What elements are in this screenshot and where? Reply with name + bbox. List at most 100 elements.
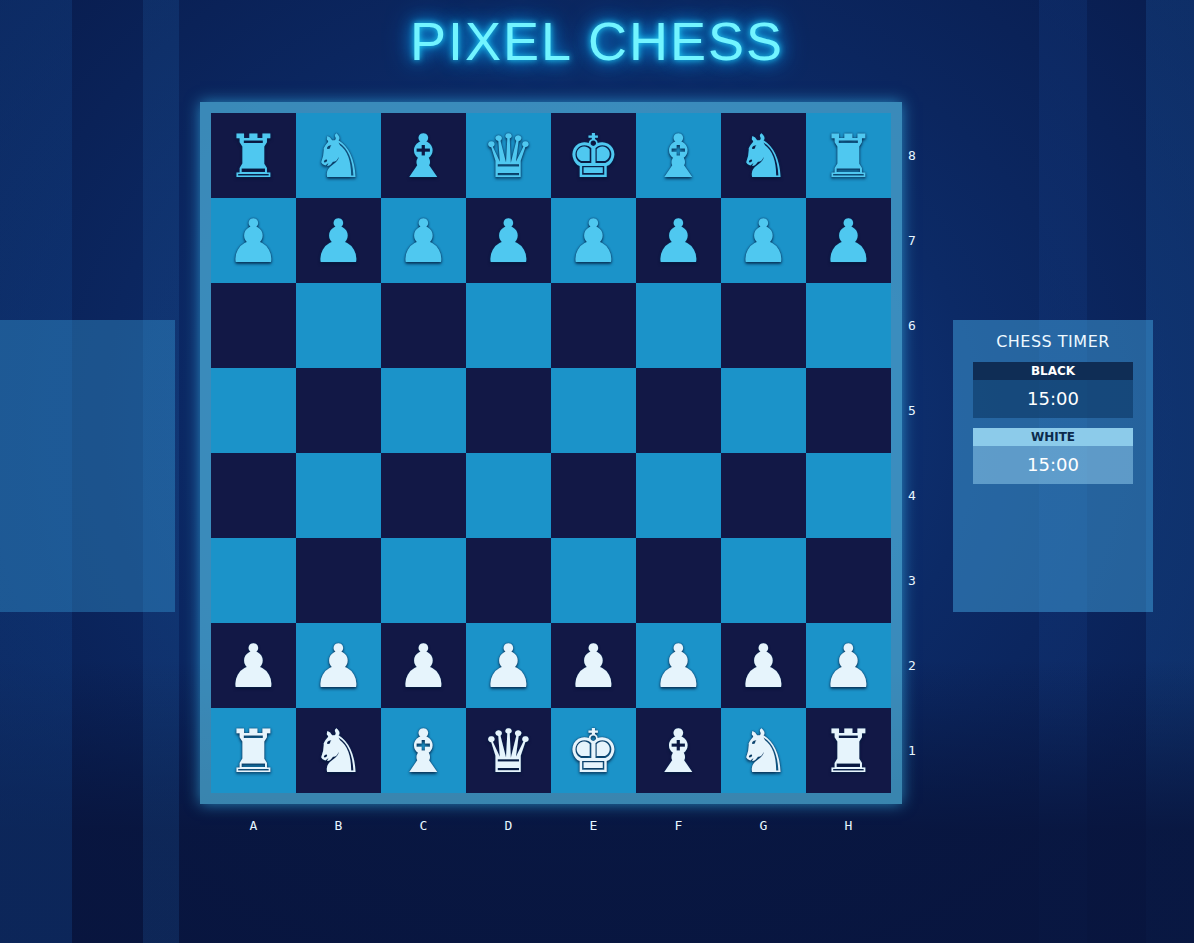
- board-square[interactable]: ♟: [551, 198, 636, 283]
- board-square[interactable]: [551, 453, 636, 538]
- board-square[interactable]: [466, 283, 551, 368]
- board-square[interactable]: ♟: [466, 623, 551, 708]
- board-square[interactable]: ♟: [211, 623, 296, 708]
- file-label: C: [381, 816, 466, 836]
- board-square[interactable]: [381, 283, 466, 368]
- chess-piece[interactable]: ♚: [567, 721, 621, 781]
- board-square[interactable]: [551, 283, 636, 368]
- board-square[interactable]: [636, 283, 721, 368]
- board-square[interactable]: ♛: [466, 708, 551, 793]
- board-square[interactable]: [806, 453, 891, 538]
- chess-piece[interactable]: ♝: [397, 126, 451, 186]
- board-square[interactable]: ♝: [381, 708, 466, 793]
- board-square[interactable]: [466, 453, 551, 538]
- chess-piece[interactable]: ♜: [227, 721, 281, 781]
- board-square[interactable]: ♟: [466, 198, 551, 283]
- chess-piece[interactable]: ♟: [737, 211, 791, 271]
- rank-label: 2: [902, 623, 953, 708]
- chess-piece[interactable]: ♜: [822, 126, 876, 186]
- chess-piece[interactable]: ♛: [482, 721, 536, 781]
- chess-piece[interactable]: ♟: [397, 211, 451, 271]
- board-square[interactable]: ♝: [636, 708, 721, 793]
- board-square[interactable]: ♟: [381, 198, 466, 283]
- board-square[interactable]: [806, 538, 891, 623]
- chess-piece[interactable]: ♞: [312, 126, 366, 186]
- board-square[interactable]: ♟: [381, 623, 466, 708]
- board-square[interactable]: ♟: [721, 198, 806, 283]
- chess-piece[interactable]: ♟: [652, 211, 706, 271]
- chess-piece[interactable]: ♝: [652, 126, 706, 186]
- chess-piece[interactable]: ♚: [567, 126, 621, 186]
- board-square[interactable]: [211, 453, 296, 538]
- board-square[interactable]: ♝: [381, 113, 466, 198]
- board-square[interactable]: ♞: [721, 708, 806, 793]
- board-square[interactable]: [296, 368, 381, 453]
- chess-piece[interactable]: ♜: [227, 126, 281, 186]
- chess-piece[interactable]: ♟: [227, 636, 281, 696]
- board-square[interactable]: [466, 368, 551, 453]
- board-square[interactable]: [721, 538, 806, 623]
- chess-piece[interactable]: ♝: [652, 721, 706, 781]
- board-square[interactable]: [296, 283, 381, 368]
- board-square[interactable]: ♜: [806, 708, 891, 793]
- chess-piece[interactable]: ♝: [397, 721, 451, 781]
- board-square[interactable]: [381, 368, 466, 453]
- board-square[interactable]: ♞: [296, 708, 381, 793]
- chess-piece[interactable]: ♟: [482, 211, 536, 271]
- board-square[interactable]: ♟: [806, 623, 891, 708]
- board-square[interactable]: ♟: [721, 623, 806, 708]
- board-square[interactable]: [721, 368, 806, 453]
- board-square[interactable]: ♟: [296, 198, 381, 283]
- board-square[interactable]: [721, 283, 806, 368]
- board-square[interactable]: ♜: [211, 113, 296, 198]
- board-square[interactable]: ♞: [721, 113, 806, 198]
- board-square[interactable]: ♛: [466, 113, 551, 198]
- chess-piece[interactable]: ♟: [227, 211, 281, 271]
- board-square[interactable]: [551, 368, 636, 453]
- board-square[interactable]: [806, 283, 891, 368]
- board-square[interactable]: [211, 538, 296, 623]
- chess-piece[interactable]: ♟: [567, 636, 621, 696]
- chess-piece[interactable]: ♜: [822, 721, 876, 781]
- chess-piece[interactable]: ♟: [312, 636, 366, 696]
- board-square[interactable]: ♜: [211, 708, 296, 793]
- chess-piece[interactable]: ♟: [652, 636, 706, 696]
- chess-piece[interactable]: ♞: [737, 721, 791, 781]
- board-square[interactable]: ♟: [551, 623, 636, 708]
- board-square[interactable]: [466, 538, 551, 623]
- chess-piece[interactable]: ♟: [737, 636, 791, 696]
- rank-label: 7: [902, 198, 953, 283]
- board-square[interactable]: [636, 453, 721, 538]
- board-square[interactable]: [636, 538, 721, 623]
- board-square[interactable]: ♟: [636, 623, 721, 708]
- file-label: G: [721, 816, 806, 836]
- board-square[interactable]: ♟: [296, 623, 381, 708]
- board-square[interactable]: [296, 538, 381, 623]
- board-square[interactable]: ♜: [806, 113, 891, 198]
- chess-piece[interactable]: ♞: [312, 721, 366, 781]
- board-square[interactable]: ♝: [636, 113, 721, 198]
- board-square[interactable]: [211, 283, 296, 368]
- chess-piece[interactable]: ♞: [737, 126, 791, 186]
- board-square[interactable]: ♞: [296, 113, 381, 198]
- board-square[interactable]: [721, 453, 806, 538]
- board-square[interactable]: [551, 538, 636, 623]
- board-square[interactable]: [806, 368, 891, 453]
- chess-piece[interactable]: ♟: [822, 636, 876, 696]
- board-square[interactable]: ♚: [551, 708, 636, 793]
- chess-piece[interactable]: ♛: [482, 126, 536, 186]
- chess-piece[interactable]: ♟: [312, 211, 366, 271]
- chess-piece[interactable]: ♟: [482, 636, 536, 696]
- board-square[interactable]: [211, 368, 296, 453]
- board-square[interactable]: [636, 368, 721, 453]
- chess-piece[interactable]: ♟: [567, 211, 621, 271]
- board-square[interactable]: [381, 538, 466, 623]
- board-square[interactable]: ♟: [806, 198, 891, 283]
- chess-piece[interactable]: ♟: [397, 636, 451, 696]
- board-square[interactable]: ♟: [211, 198, 296, 283]
- chess-piece[interactable]: ♟: [822, 211, 876, 271]
- board-square[interactable]: ♚: [551, 113, 636, 198]
- board-square[interactable]: [296, 453, 381, 538]
- board-square[interactable]: ♟: [636, 198, 721, 283]
- board-square[interactable]: [381, 453, 466, 538]
